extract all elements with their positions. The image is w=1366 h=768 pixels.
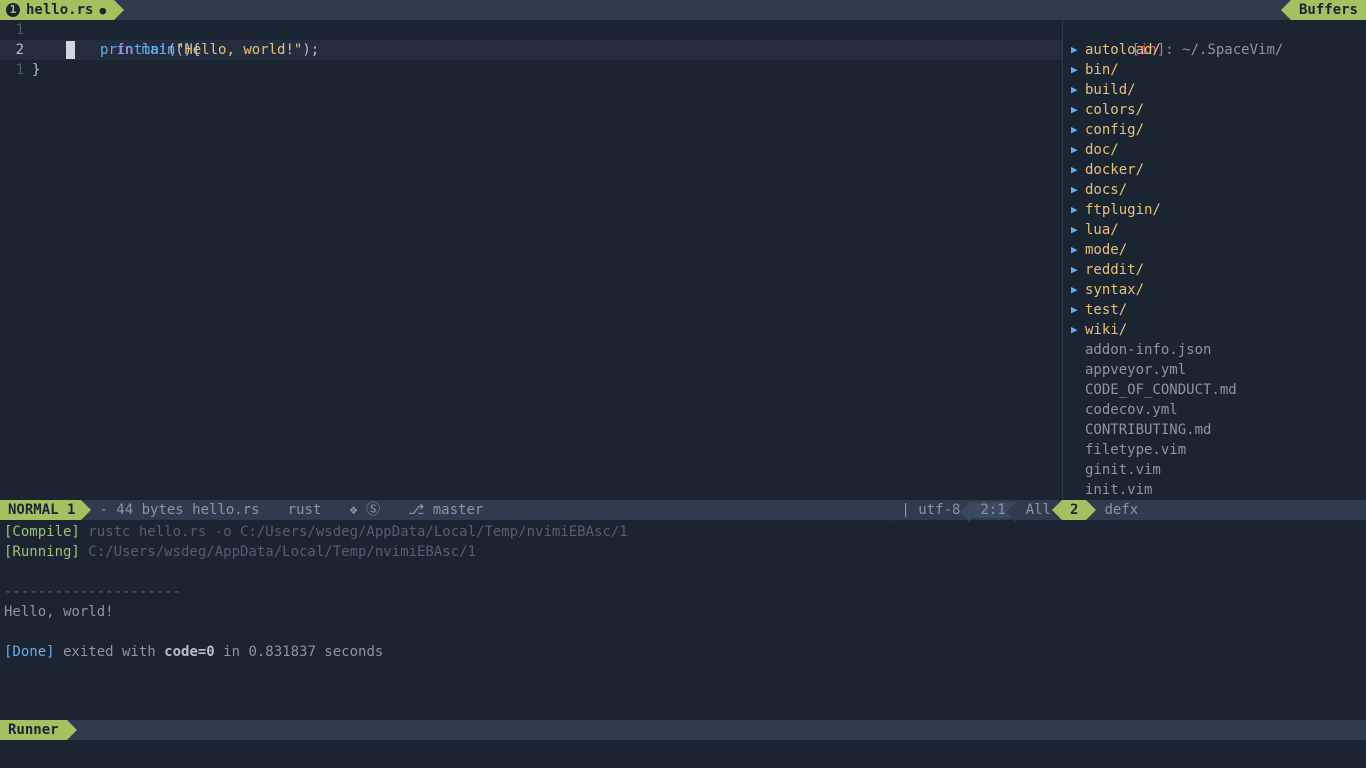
tree-dir[interactable]: ▶ftplugin/ [1067, 200, 1366, 220]
chevron-right-icon: ▶ [1071, 200, 1085, 220]
runner-output-line: Hello, world! [4, 602, 1362, 622]
chevron-right-icon: ▶ [1071, 280, 1085, 300]
tree-file[interactable]: init.vim [1067, 480, 1366, 500]
tree-file[interactable]: filetype.vim [1067, 440, 1366, 460]
dir-name: ftplugin/ [1085, 200, 1161, 220]
chevron-right-icon: ▶ [1071, 180, 1085, 200]
buffers-tab[interactable]: Buffers [1291, 0, 1366, 20]
mode-indicator: NORMAL 1 [0, 500, 81, 520]
editor-pane[interactable]: 1 fn main(){ 2 println!("Hello, world!")… [0, 20, 1062, 500]
sidebar-window-index: 2 [1062, 500, 1086, 520]
dir-name: docker/ [1085, 160, 1144, 180]
tree-dir[interactable]: ▶test/ [1067, 300, 1366, 320]
tree-dir[interactable]: ▶bin/ [1067, 60, 1366, 80]
runner-separator: --------------------- [4, 582, 1362, 602]
status-line: NORMAL 1 - 44 bytes hello.rs rust ❖ Ⓢ ⎇ … [0, 500, 1366, 520]
main-area: 1 fn main(){ 2 println!("Hello, world!")… [0, 20, 1366, 500]
runner-status-line: Runner [0, 720, 1366, 740]
dir-name: reddit/ [1085, 260, 1144, 280]
runner-label: Runner [0, 720, 67, 740]
runner-output-line: [Running] C:/Users/wsdeg/AppData/Local/T… [4, 542, 1362, 562]
runner-output-line [4, 562, 1362, 582]
line-number: 1 [0, 60, 32, 80]
dir-name: mode/ [1085, 240, 1127, 260]
tree-file[interactable]: addon-info.json [1067, 340, 1366, 360]
git-branch: ⎇ master [390, 500, 493, 520]
branch-icon: ⎇ [408, 502, 424, 518]
sidebar-status: 2 defx [1062, 500, 1366, 520]
chevron-right-icon: ▶ [1071, 80, 1085, 100]
os-encoding: | utf-8 [891, 502, 970, 518]
runner-output-line [4, 622, 1362, 642]
tree-dir[interactable]: ▶lua/ [1067, 220, 1366, 240]
runner-done-line: [Done] exited with code=0 in 0.831837 se… [4, 642, 1362, 662]
chevron-right-icon: ▶ [1071, 320, 1085, 340]
code-line-current[interactable]: 2 println!("Hello, world!"); [0, 40, 1062, 60]
tree-file[interactable]: CODE_OF_CONDUCT.md [1067, 380, 1366, 400]
chevron-right-icon: ▶ [1071, 300, 1085, 320]
chevron-right-icon: ▶ [1071, 160, 1085, 180]
tree-dir[interactable]: ▶reddit/ [1067, 260, 1366, 280]
code-line[interactable]: 1 } [0, 60, 1062, 80]
command-line-area[interactable] [0, 740, 1366, 768]
chevron-right-icon: ▶ [1071, 220, 1085, 240]
tree-file[interactable]: ginit.vim [1067, 460, 1366, 480]
code-line[interactable]: 1 fn main(){ [0, 20, 1062, 40]
dir-name: autoload/ [1085, 40, 1161, 60]
chevron-right-icon: ▶ [1071, 140, 1085, 160]
tab-index-badge: 1 [6, 3, 20, 17]
chevron-right-icon: ▶ [1071, 240, 1085, 260]
dir-name: doc/ [1085, 140, 1119, 160]
file-tree-sidebar[interactable]: [in]: ~/.SpaceVim/ ▶autoload/▶bin/▶build… [1062, 20, 1366, 500]
chevron-right-icon: ▶ [1071, 260, 1085, 280]
dir-name: colors/ [1085, 100, 1144, 120]
chevron-right-icon: ▶ [1071, 100, 1085, 120]
dir-name: lua/ [1085, 220, 1119, 240]
tab-modified-icon[interactable]: ● [99, 4, 106, 17]
tree-file[interactable]: codecov.yml [1067, 400, 1366, 420]
chevron-right-icon: ▶ [1071, 120, 1085, 140]
tree-file[interactable]: CONTRIBUTING.md [1067, 420, 1366, 440]
tree-file[interactable]: appveyor.yml [1067, 360, 1366, 380]
runner-output-line: [Compile] rustc hello.rs -o C:/Users/wsd… [4, 522, 1362, 542]
tab-bar: 1 hello.rs ● Buffers [0, 0, 1366, 20]
file-info: - 44 bytes hello.rs [81, 500, 269, 520]
dir-name: syntax/ [1085, 280, 1144, 300]
runner-pane[interactable]: [Compile] rustc hello.rs -o C:/Users/wsd… [0, 520, 1366, 720]
sidebar-path: [in]: ~/.SpaceVim/ [1067, 20, 1366, 40]
cursor [66, 41, 75, 59]
tree-dir[interactable]: ▶config/ [1067, 120, 1366, 140]
dir-name: docs/ [1085, 180, 1127, 200]
statusline-right: | utf-8 2:1 All [891, 500, 1061, 520]
chevron-right-icon: ▶ [1071, 60, 1085, 80]
code-content: 1 fn main(){ 2 println!("Hello, world!")… [0, 20, 1062, 80]
tree-dir[interactable]: ▶build/ [1067, 80, 1366, 100]
dir-name: wiki/ [1085, 320, 1127, 340]
dir-name: bin/ [1085, 60, 1119, 80]
tree-dir[interactable]: ▶docker/ [1067, 160, 1366, 180]
dir-name: build/ [1085, 80, 1136, 100]
line-number: 1 [0, 20, 32, 40]
tree-dir[interactable]: ▶colors/ [1067, 100, 1366, 120]
line-number: 2 [0, 40, 32, 60]
tree-dir[interactable]: ▶wiki/ [1067, 320, 1366, 340]
tab-filename: hello.rs [26, 2, 93, 18]
dir-name: test/ [1085, 300, 1127, 320]
dir-name: config/ [1085, 120, 1144, 140]
tree-dir[interactable]: ▶doc/ [1067, 140, 1366, 160]
chevron-right-icon: ▶ [1071, 40, 1085, 60]
tree-dir[interactable]: ▶mode/ [1067, 240, 1366, 260]
tree-dir[interactable]: ▶docs/ [1067, 180, 1366, 200]
tab-hello-rs[interactable]: 1 hello.rs ● [0, 0, 114, 20]
tree-dir[interactable]: ▶syntax/ [1067, 280, 1366, 300]
